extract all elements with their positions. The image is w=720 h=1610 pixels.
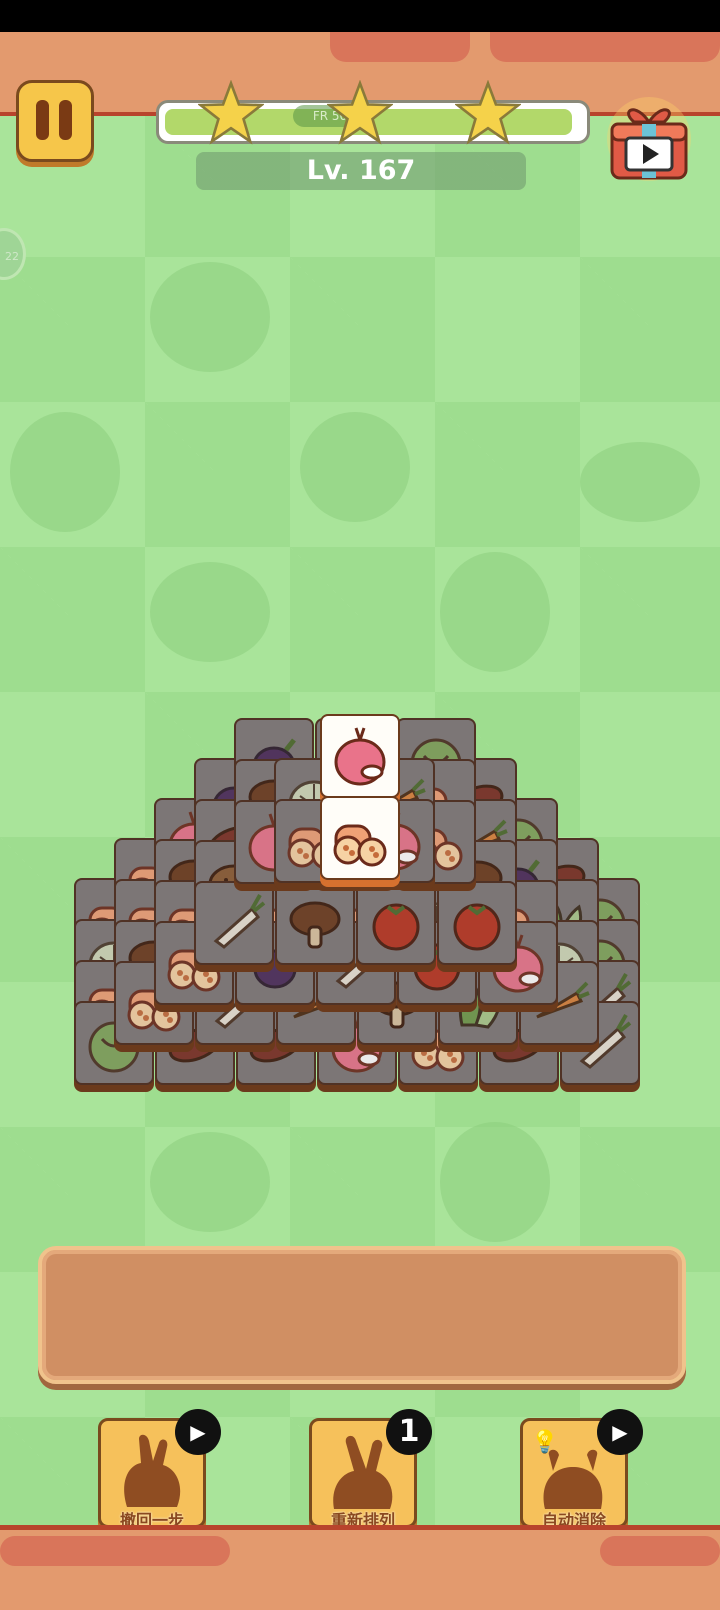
bg-veg-decoration	[580, 442, 700, 522]
pause-icon	[59, 100, 72, 140]
status-bar	[0, 0, 720, 32]
count-badge: 1	[386, 1409, 432, 1455]
auto-clear-tool-button[interactable]: 💡 ▶ 自动消除	[520, 1409, 643, 1530]
tile-tray	[38, 1246, 686, 1384]
tomato-icon	[453, 903, 501, 951]
tile-tomato	[437, 881, 517, 965]
tile-onion-selectable[interactable]	[320, 714, 400, 798]
video-ad-icon: ▶	[175, 1409, 221, 1455]
level-label: Lv. 167	[196, 152, 526, 190]
pause-button[interactable]	[16, 80, 94, 162]
bg-veg-decoration	[300, 412, 410, 522]
star-icon	[198, 80, 264, 145]
star-icon	[327, 80, 393, 145]
bottom-banner	[0, 1525, 720, 1610]
lotus-root-icon	[333, 824, 387, 867]
video-ad-icon: ▶	[597, 1409, 643, 1455]
bg-veg-decoration	[440, 1122, 550, 1242]
tile-lotus-root-selectable[interactable]	[320, 796, 400, 880]
star-icon	[455, 80, 521, 145]
mushroom-icon	[289, 901, 341, 949]
shuffle-tool-button[interactable]: 1 重新排列	[309, 1409, 432, 1530]
undo-tool-button[interactable]: ▶ 撤回一步	[98, 1409, 221, 1530]
radish-icon	[213, 894, 266, 949]
tile-tomato	[356, 881, 436, 965]
tile-mushroom	[275, 881, 355, 965]
bg-veg-decoration	[150, 262, 270, 372]
bg-veg-decoration	[10, 412, 120, 532]
pause-icon	[36, 100, 49, 140]
bg-veg-decoration	[150, 1132, 270, 1232]
svg-text:💡: 💡	[531, 1429, 558, 1455]
gift-video-reward-icon[interactable]	[606, 94, 692, 184]
tile-radish	[194, 881, 274, 965]
bg-veg-decoration	[150, 562, 270, 662]
tomato-icon	[372, 903, 420, 951]
onion-icon	[334, 727, 386, 786]
bg-veg-decoration	[440, 552, 550, 672]
